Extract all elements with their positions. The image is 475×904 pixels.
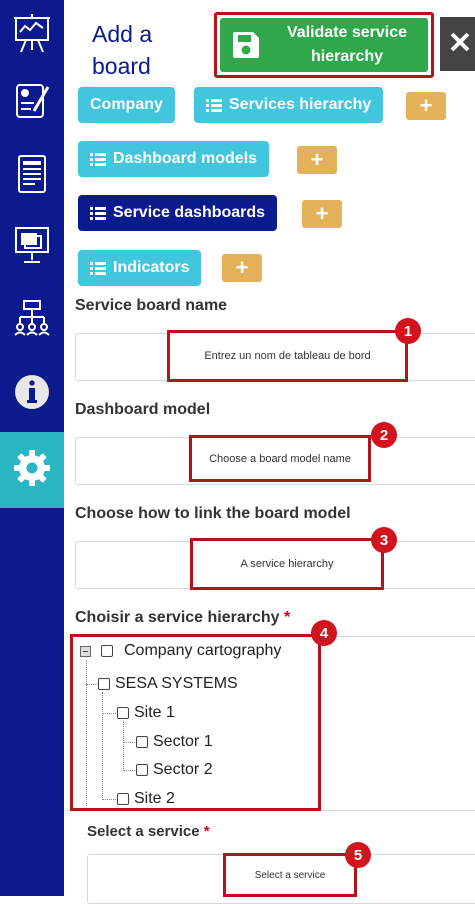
projector-screen-icon [12,222,52,271]
main-panel: Add a board Validate service hierarchy C… [64,0,475,904]
step-badge-4: 4 [311,620,337,646]
dashboard-model-select[interactable]: Choose a board model name [189,435,371,482]
link-model-label: Choose how to link the board model [75,505,351,522]
hierarchy-label: Choisir a service hierarchy * [75,609,290,627]
sidebar-item-hierarchy[interactable] [0,283,64,355]
validate-highlight: Validate service hierarchy [214,12,434,78]
validate-service-hierarchy-button[interactable]: Validate service hierarchy [220,18,428,72]
page-title: Add a board [92,21,153,79]
info-icon [12,372,52,417]
board-name-input[interactable]: Entrez un nom de tableau de bord [167,330,408,382]
sidebar-item-info[interactable] [0,358,64,430]
tag-indicators[interactable]: Indicators [78,250,202,286]
validate-label: Validate service hierarchy [286,24,408,65]
tag-dashboard-models[interactable]: Dashboard models [78,141,270,177]
tag-services-hierarchy[interactable]: Services hierarchy [194,87,384,123]
settings-icon [11,447,53,494]
sidebar-item-presentations[interactable] [0,210,64,282]
hierarchy-icon [12,295,52,344]
step-badge-5: 5 [345,842,371,868]
select-service-dropdown[interactable]: Select a service [223,853,357,897]
hierarchy-label-text: Choisir a service hierarchy [75,609,280,626]
list-icon [206,98,222,112]
document-edit-icon [12,79,52,128]
board-name-label: Service board name [75,297,228,314]
sidebar-item-reports[interactable] [0,140,64,212]
tag-company[interactable]: Company [78,87,175,123]
step-badge-2: 2 [371,422,397,448]
sidebar-item-boards[interactable] [0,0,64,72]
required-mark: * [203,823,210,840]
required-mark: * [284,609,291,626]
tag-indicators-label: Indicators [113,259,190,276]
presentation-board-icon [12,12,52,61]
select-service-label-text: Select a service [87,823,200,840]
add-indicator-button[interactable]: + [222,254,262,282]
select-service-label: Select a service * [87,823,210,840]
dashboard-model-label: Dashboard model [75,401,211,418]
step-badge-3: 3 [371,527,397,553]
report-icon [12,152,52,201]
save-icon [220,30,272,60]
add-services-hierarchy-button[interactable]: + [406,92,446,120]
step-badge-1: 1 [395,318,421,344]
sidebar-item-forms[interactable] [0,67,64,139]
sidebar [0,0,64,896]
tag-company-label: Company [90,96,163,113]
tag-service-dashboards-label: Service dashboards [113,204,266,221]
tag-services-hierarchy-label: Services hierarchy [229,96,372,113]
link-model-select[interactable]: A service hierarchy [190,538,384,590]
close-icon [449,31,471,58]
hierarchy-tree-highlight [70,634,321,811]
sidebar-item-settings[interactable] [0,432,64,508]
list-icon [90,261,106,275]
list-icon [90,152,106,166]
tag-dashboard-models-label: Dashboard models [113,150,258,167]
add-service-dashboard-button[interactable]: + [302,200,342,228]
tag-service-dashboards[interactable]: Service dashboards [78,195,278,231]
add-dashboard-model-button[interactable]: + [297,146,337,174]
list-icon [90,206,106,220]
close-button[interactable] [440,17,475,71]
